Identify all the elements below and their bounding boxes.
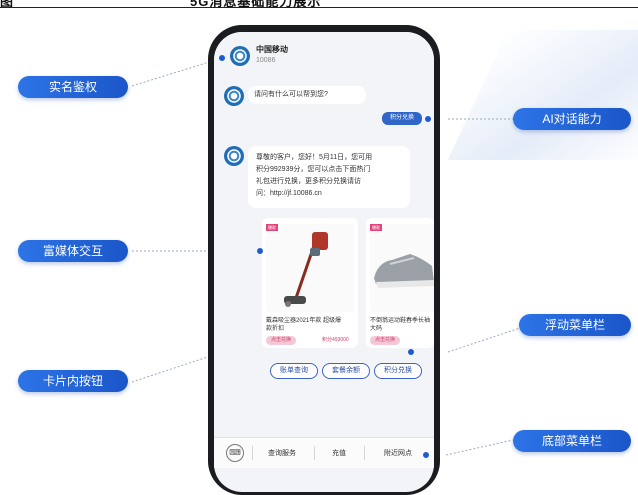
callout-ai-chat: AI对话能力 [513,108,631,130]
callout-bottom-menu: 底部菜单栏 [513,430,631,452]
chat-header: 中国移动 10086 [214,32,434,82]
callout-dot [423,452,429,458]
callout-rich-media: 富媒体交互 [18,240,128,262]
contact-number: 10086 [256,57,276,64]
callout-floating-menu: 浮动菜单栏 [519,314,631,336]
vacuum-image [266,224,354,312]
menu-recharge[interactable]: 充值 [332,448,346,458]
sneaker-icon [374,254,434,288]
card-title-line: 大码 [370,326,383,332]
menu-nearby-outlets[interactable]: 附近网点 [384,448,412,458]
callout-dot [408,349,414,355]
reply-line: 问：http://jf.10086.cn [256,190,322,197]
callout-dot [219,55,225,61]
card-price: 积分493000 [322,337,349,343]
callout-card-buttons: 卡片内按钮 [18,370,128,392]
reply-line: 礼包进行兑换，更多积分兑换请访 [256,178,361,185]
menu-query-service[interactable]: 查询服务 [268,448,296,458]
shoe-image [370,224,434,312]
vacuum-cleaner-icon [284,232,328,307]
card-title-line: 款折扣 [266,326,285,332]
reply-line: 尊敬的客户，您好！5月11日，您可用 [256,154,373,161]
callout-dot [425,116,431,122]
bottom-menu-bar: ⌨ 查询服务 充值 附近网点 [214,437,434,468]
redeem-button[interactable]: 点击兑换 [370,336,400,345]
user-reply-bubble: 积分兑换 [382,112,422,125]
floating-menu-bill-query[interactable]: 账单查询 [270,363,318,379]
card-title: 戴森吸尘器2021年款 超级爆 款折扣 [266,317,341,333]
reply-bubble: 尊敬的客户，您好！5月11日，您可用 积分992939分，您可以点击下面热门 礼… [248,146,410,208]
phone-screen: 中国移动 10086 请问有什么可以帮到您? 积分兑换 尊敬的客户，您好！5月1… [214,32,434,492]
floating-menu-points-redeem[interactable]: 积分兑换 [374,363,422,379]
callout-real-name-auth: 实名鉴权 [18,76,128,98]
card-title-line: 戴森吸尘器2021年款 超级爆 [266,318,342,324]
card-title-line: 不倒翁运动鞋春季长袖 [370,318,431,324]
menu-divider [364,446,365,460]
bot-avatar-icon [224,146,244,166]
menu-divider [252,446,253,460]
product-card[interactable]: 爆款 不倒翁运动鞋春季长袖 大码 点击兑换 [366,218,434,348]
product-card[interactable]: 爆款 戴森吸尘器2021年款 超级爆 款折扣 点击兑换 积分493000 [262,218,358,348]
floating-menu-package-balance[interactable]: 套餐余额 [322,363,370,379]
keyboard-icon[interactable]: ⌨ [226,444,244,462]
hot-tag: 爆款 [370,224,382,231]
hot-tag: 爆款 [266,224,278,231]
menu-divider [314,446,315,460]
contact-name: 中国移动 [256,45,288,54]
greeting-bubble: 请问有什么可以帮到您? [248,86,366,104]
card-title: 不倒翁运动鞋春季长袖 大码 [370,317,430,333]
china-mobile-logo-icon [230,46,250,66]
reply-line: 积分992939分，您可以点击下面热门 [256,166,371,173]
callout-dot [257,248,263,254]
bot-avatar-icon [224,86,244,106]
redeem-button[interactable]: 点击兑换 [266,336,296,345]
